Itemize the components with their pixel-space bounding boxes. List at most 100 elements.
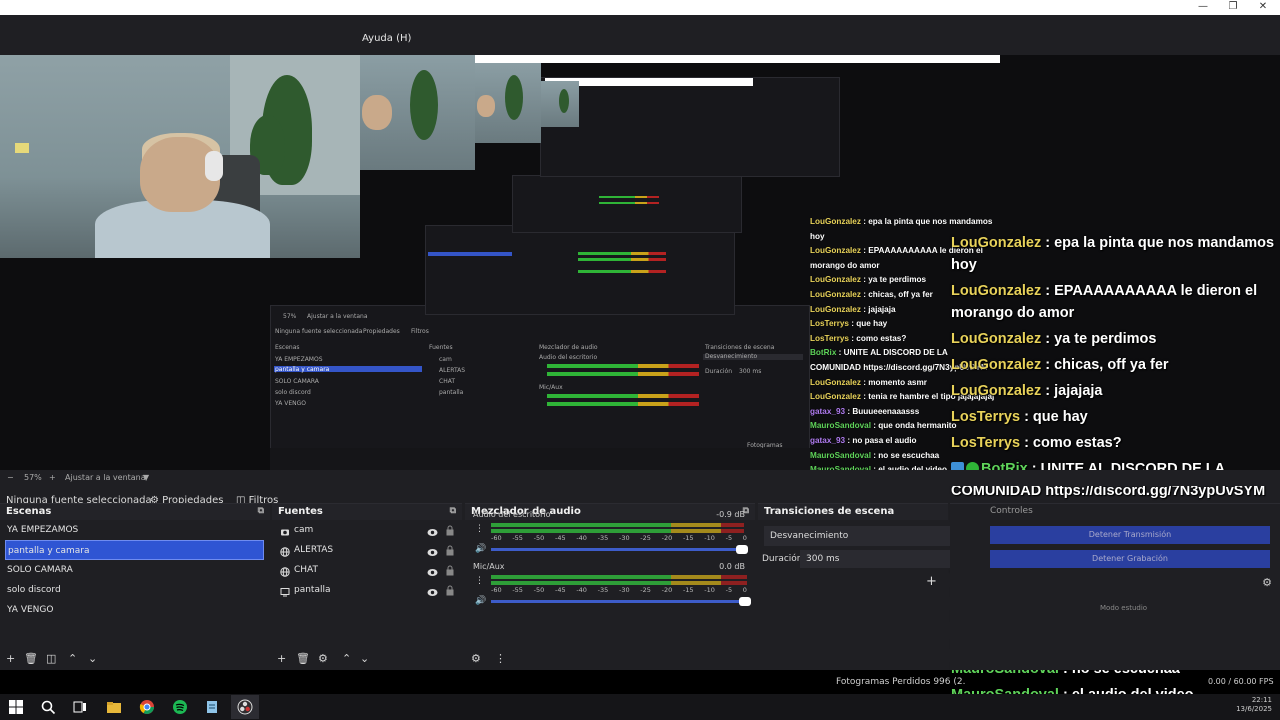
scene-filters-icon[interactable]: ◫: [46, 652, 56, 665]
add-scene-button[interactable]: +: [6, 652, 15, 665]
lock-icon[interactable]: [446, 584, 454, 596]
scene-item[interactable]: YA VENGO: [0, 600, 270, 620]
lock-icon[interactable]: [446, 544, 454, 556]
zoom-out-button[interactable]: −: [7, 473, 14, 482]
undock-icon[interactable]: ⧉: [258, 506, 264, 516]
chat-username: LouGonzalez: [951, 357, 1042, 373]
fit-window-dropdown[interactable]: Ajustar a la ventana: [65, 473, 146, 482]
scene-item[interactable]: SOLO CAMARA: [0, 560, 270, 580]
eye-icon[interactable]: [427, 565, 438, 576]
nested-meter: [578, 258, 666, 261]
speaker-icon[interactable]: 🔊: [475, 544, 486, 554]
move-down-icon[interactable]: ⌄: [88, 652, 97, 665]
meter-tick: 0: [742, 586, 747, 594]
menu-dots-icon[interactable]: ⋮: [495, 652, 506, 665]
minimize-button[interactable]: —: [1188, 0, 1218, 15]
chat-username: LosTerrys: [810, 333, 849, 343]
meter-tick: -35: [597, 534, 609, 542]
add-source-button[interactable]: +: [277, 652, 286, 665]
gear-icon[interactable]: ⚙: [318, 652, 328, 665]
slider-handle[interactable]: [739, 597, 751, 606]
undock-icon[interactable]: ⧉: [450, 506, 456, 516]
nested-meter: [547, 394, 699, 398]
trash-icon[interactable]: 🗑: [296, 652, 310, 665]
nested-taskbar: [270, 448, 810, 470]
eye-icon[interactable]: [427, 585, 438, 596]
volume-slider[interactable]: [491, 545, 749, 554]
nested-source-item: CHAT: [439, 378, 456, 385]
volume-meter: [491, 581, 747, 585]
move-up-icon[interactable]: ⌃: [342, 652, 351, 665]
scene-item[interactable]: pantalla y camara: [5, 540, 264, 560]
chat-username: LosTerrys: [810, 319, 849, 329]
eye-icon[interactable]: [427, 525, 438, 536]
menu-help[interactable]: Ayuda (H): [362, 33, 411, 44]
speaker-icon[interactable]: 🔊: [475, 596, 486, 606]
scene-item[interactable]: solo discord: [0, 580, 270, 600]
move-down-icon[interactable]: ⌄: [360, 652, 369, 665]
maximize-button[interactable]: ❐: [1218, 0, 1248, 15]
slider-handle[interactable]: [736, 545, 749, 554]
add-transition-button[interactable]: +: [926, 574, 937, 589]
move-up-icon[interactable]: ⌃: [68, 652, 77, 665]
spotify-icon[interactable]: [172, 699, 188, 715]
chat-message: LouGonzalez : epa la pinta que nos manda…: [948, 230, 1280, 278]
menu-dots-icon[interactable]: ⋮: [475, 524, 484, 534]
studio-mode-button[interactable]: Modo estudio: [1100, 604, 1147, 612]
chrome-icon[interactable]: [139, 699, 155, 715]
eye-icon[interactable]: [427, 545, 438, 556]
duration-input[interactable]: 300 ms: [800, 550, 950, 568]
nested-scene-item: YA EMPEZAMOS: [275, 356, 323, 363]
nested-transitions-title: Transiciones de escena: [705, 344, 775, 351]
nested-zoom: 57%: [283, 313, 297, 320]
task-view-icon[interactable]: [72, 699, 88, 715]
monitor-icon: [280, 585, 290, 597]
scene-item[interactable]: YA EMPEZAMOS: [0, 520, 270, 540]
nested-obs-capture-4: [540, 77, 840, 177]
nested-filters-label: Filtros: [411, 328, 429, 335]
chevron-down-icon[interactable]: ▼: [143, 473, 149, 482]
file-explorer-icon[interactable]: [106, 699, 122, 715]
transition-type-select[interactable]: Desvanecimiento: [764, 526, 954, 546]
volume-slider[interactable]: [491, 597, 751, 606]
scenes-title-text: Escenas: [6, 506, 52, 517]
volume-meter: [491, 575, 747, 579]
scenes-title: Escenas ⧉: [0, 504, 270, 520]
nested-scene-selection: [428, 252, 512, 256]
nested-meter: [599, 196, 659, 198]
gear-icon[interactable]: ⚙: [1262, 576, 1272, 589]
lock-icon[interactable]: [446, 524, 454, 536]
nested-duration-label: Duración: [705, 368, 733, 375]
track-db: 0.0 dB: [719, 562, 745, 571]
zoom-in-button[interactable]: +: [49, 473, 56, 482]
mixer-track: Mic/Aux 0.0 dB ⋮ -60 -55 -50 -45 -40 -35 -30 -25 -2…: [471, 562, 751, 614]
chat-username: gatax_93: [810, 435, 846, 445]
source-item[interactable]: CHAT: [272, 560, 462, 580]
stop-streaming-button[interactable]: Detener Transmisión: [990, 526, 1270, 544]
trash-icon[interactable]: 🗑: [24, 652, 38, 665]
meter-tick: -55: [512, 534, 523, 542]
chat-text: : que onda hermanito: [873, 421, 957, 431]
menu-dots-icon[interactable]: ⋮: [475, 576, 484, 586]
window-titlebar: — ❐ ✕: [0, 0, 1280, 15]
windows-start-icon[interactable]: [8, 699, 24, 715]
nested-meter: [547, 402, 699, 406]
nested-fit: Ajustar a la ventana: [307, 313, 368, 320]
search-icon[interactable]: [40, 699, 56, 715]
nested-duration-value: 300 ms: [739, 368, 762, 375]
source-item[interactable]: ALERTAS: [272, 540, 462, 560]
sources-toolbar: + 🗑 ⚙ ⌃ ⌄: [272, 648, 462, 668]
notepad-icon[interactable]: [204, 699, 220, 715]
source-item[interactable]: cam: [272, 520, 462, 540]
stop-recording-button[interactable]: Detener Grabación: [990, 550, 1270, 568]
advanced-audio-icon[interactable]: ⚙: [471, 652, 481, 665]
source-item[interactable]: pantalla: [272, 580, 462, 600]
nested-meter: [599, 202, 659, 204]
transitions-title-text: Transiciones de escena: [764, 506, 895, 517]
close-button[interactable]: ✕: [1248, 0, 1278, 15]
transitions-dock: Transiciones de escena Desvanecimiento D…: [758, 503, 954, 670]
obs-icon[interactable]: [237, 699, 253, 715]
lock-icon[interactable]: [446, 564, 454, 576]
nested-mic: Mic/Aux: [539, 384, 563, 391]
track-label: Mic/Aux: [473, 562, 505, 571]
